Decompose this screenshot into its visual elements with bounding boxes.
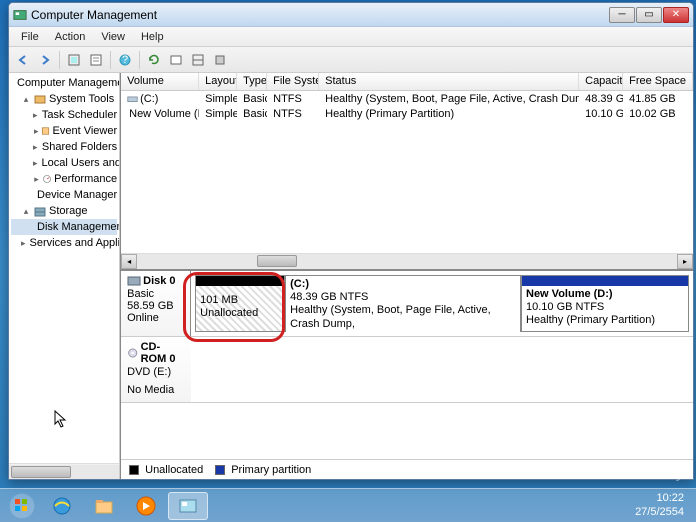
- minimize-button[interactable]: ─: [609, 7, 635, 23]
- col-free[interactable]: Free Space: [623, 73, 693, 90]
- event-icon: [41, 124, 50, 138]
- tree-local-users[interactable]: ▸Local Users and Groups: [11, 155, 117, 171]
- tree-performance[interactable]: ▸Performance: [11, 171, 117, 187]
- taskbar-computer-management[interactable]: [168, 492, 208, 520]
- partition-d[interactable]: New Volume (D:)10.10 GB NTFSHealthy (Pri…: [521, 275, 689, 332]
- tree-root[interactable]: Computer Management (Local: [11, 75, 117, 91]
- tool-button-3[interactable]: [210, 50, 230, 70]
- tool-button-1[interactable]: [166, 50, 186, 70]
- maximize-button[interactable]: ▭: [636, 7, 662, 23]
- forward-button[interactable]: [35, 50, 55, 70]
- taskbar-explorer[interactable]: [84, 492, 124, 520]
- taskbar-wmp[interactable]: [126, 492, 166, 520]
- col-fs[interactable]: File System: [267, 73, 319, 90]
- refresh-button[interactable]: [144, 50, 164, 70]
- tree-storage[interactable]: ▴Storage: [11, 203, 117, 219]
- tree-event-viewer[interactable]: ▸Event Viewer: [11, 123, 117, 139]
- menu-file[interactable]: File: [13, 29, 47, 45]
- back-button[interactable]: [13, 50, 33, 70]
- mmc-icon: [177, 495, 199, 517]
- taskbar: 10:22 27/5/2554: [0, 488, 696, 522]
- volume-hscrollbar[interactable]: ◂▸: [121, 253, 693, 269]
- menubar: File Action View Help: [9, 27, 693, 47]
- performance-icon: [42, 172, 52, 186]
- hdd-icon: [127, 275, 141, 287]
- properties-button[interactable]: [86, 50, 106, 70]
- legend-swatch-primary: [215, 465, 225, 475]
- computer-management-window: Computer Management ─ ▭ ✕ File Action Vi…: [8, 2, 694, 480]
- disk0-info[interactable]: Disk 0 Basic 58.59 GB Online: [121, 271, 191, 336]
- help-button[interactable]: ?: [115, 50, 135, 70]
- close-button[interactable]: ✕: [663, 7, 689, 23]
- nav-tree: Computer Management (Local ▴System Tools…: [9, 73, 120, 479]
- tools-icon: [33, 92, 47, 106]
- legend: Unallocated Primary partition: [121, 459, 693, 479]
- wmp-icon: [135, 495, 157, 517]
- tree-shared-folders[interactable]: ▸Shared Folders: [11, 139, 117, 155]
- window-title: Computer Management: [31, 8, 608, 22]
- tree-task-scheduler[interactable]: ▸Task Scheduler: [11, 107, 117, 123]
- menu-view[interactable]: View: [93, 29, 133, 45]
- cdrom-row: CD-ROM 0 DVD (E:) No Media: [121, 337, 693, 403]
- col-capacity[interactable]: Capacity: [579, 73, 623, 90]
- menu-help[interactable]: Help: [133, 29, 172, 45]
- tree-system-tools[interactable]: ▴System Tools: [11, 91, 117, 107]
- legend-swatch-unalloc: [129, 465, 139, 475]
- taskbar-ie[interactable]: [42, 492, 82, 520]
- col-layout[interactable]: Layout: [199, 73, 237, 90]
- col-volume[interactable]: Volume: [121, 73, 199, 90]
- titlebar[interactable]: Computer Management ─ ▭ ✕: [9, 3, 693, 27]
- ie-icon: [51, 495, 73, 517]
- disk0-row: Disk 0 Basic 58.59 GB Online 101 MBUnall…: [121, 271, 693, 337]
- app-icon: [13, 8, 27, 22]
- storage-icon: [33, 204, 47, 218]
- drive-icon: [127, 93, 138, 104]
- volume-row[interactable]: New Volume (D:) Simple Basic NTFS Health…: [121, 106, 693, 121]
- volume-list: Volume Layout Type File System Status Ca…: [121, 73, 693, 271]
- menu-action[interactable]: Action: [47, 29, 94, 45]
- tree-disk-management[interactable]: Disk Management: [11, 219, 117, 235]
- partition-unallocated[interactable]: 101 MBUnallocated: [195, 275, 285, 332]
- svg-text:?: ?: [122, 54, 128, 66]
- tree-hscrollbar[interactable]: [9, 463, 119, 479]
- partition-c[interactable]: (C:)48.39 GB NTFSHealthy (System, Boot, …: [285, 275, 521, 332]
- volume-row[interactable]: (C:) Simple Basic NTFS Healthy (System, …: [121, 91, 693, 106]
- tree-device-manager[interactable]: Device Manager: [11, 187, 117, 203]
- watermark: Variety: [631, 461, 686, 482]
- up-button[interactable]: [64, 50, 84, 70]
- folder-icon: [93, 495, 115, 517]
- start-button[interactable]: [4, 491, 40, 521]
- graphical-view: Disk 0 Basic 58.59 GB Online 101 MBUnall…: [121, 271, 693, 459]
- main-pane: Volume Layout Type File System Status Ca…: [120, 73, 693, 479]
- col-status[interactable]: Status: [319, 73, 579, 90]
- cdrom-info[interactable]: CD-ROM 0 DVD (E:) No Media: [121, 337, 191, 402]
- tree-services[interactable]: ▸Services and Applications: [11, 235, 117, 251]
- col-type[interactable]: Type: [237, 73, 267, 90]
- tool-button-2[interactable]: [188, 50, 208, 70]
- system-tray[interactable]: 10:22 27/5/2554: [627, 492, 692, 518]
- cdrom-icon: [127, 347, 138, 359]
- toolbar: ?: [9, 47, 693, 73]
- volume-header: Volume Layout Type File System Status Ca…: [121, 73, 693, 91]
